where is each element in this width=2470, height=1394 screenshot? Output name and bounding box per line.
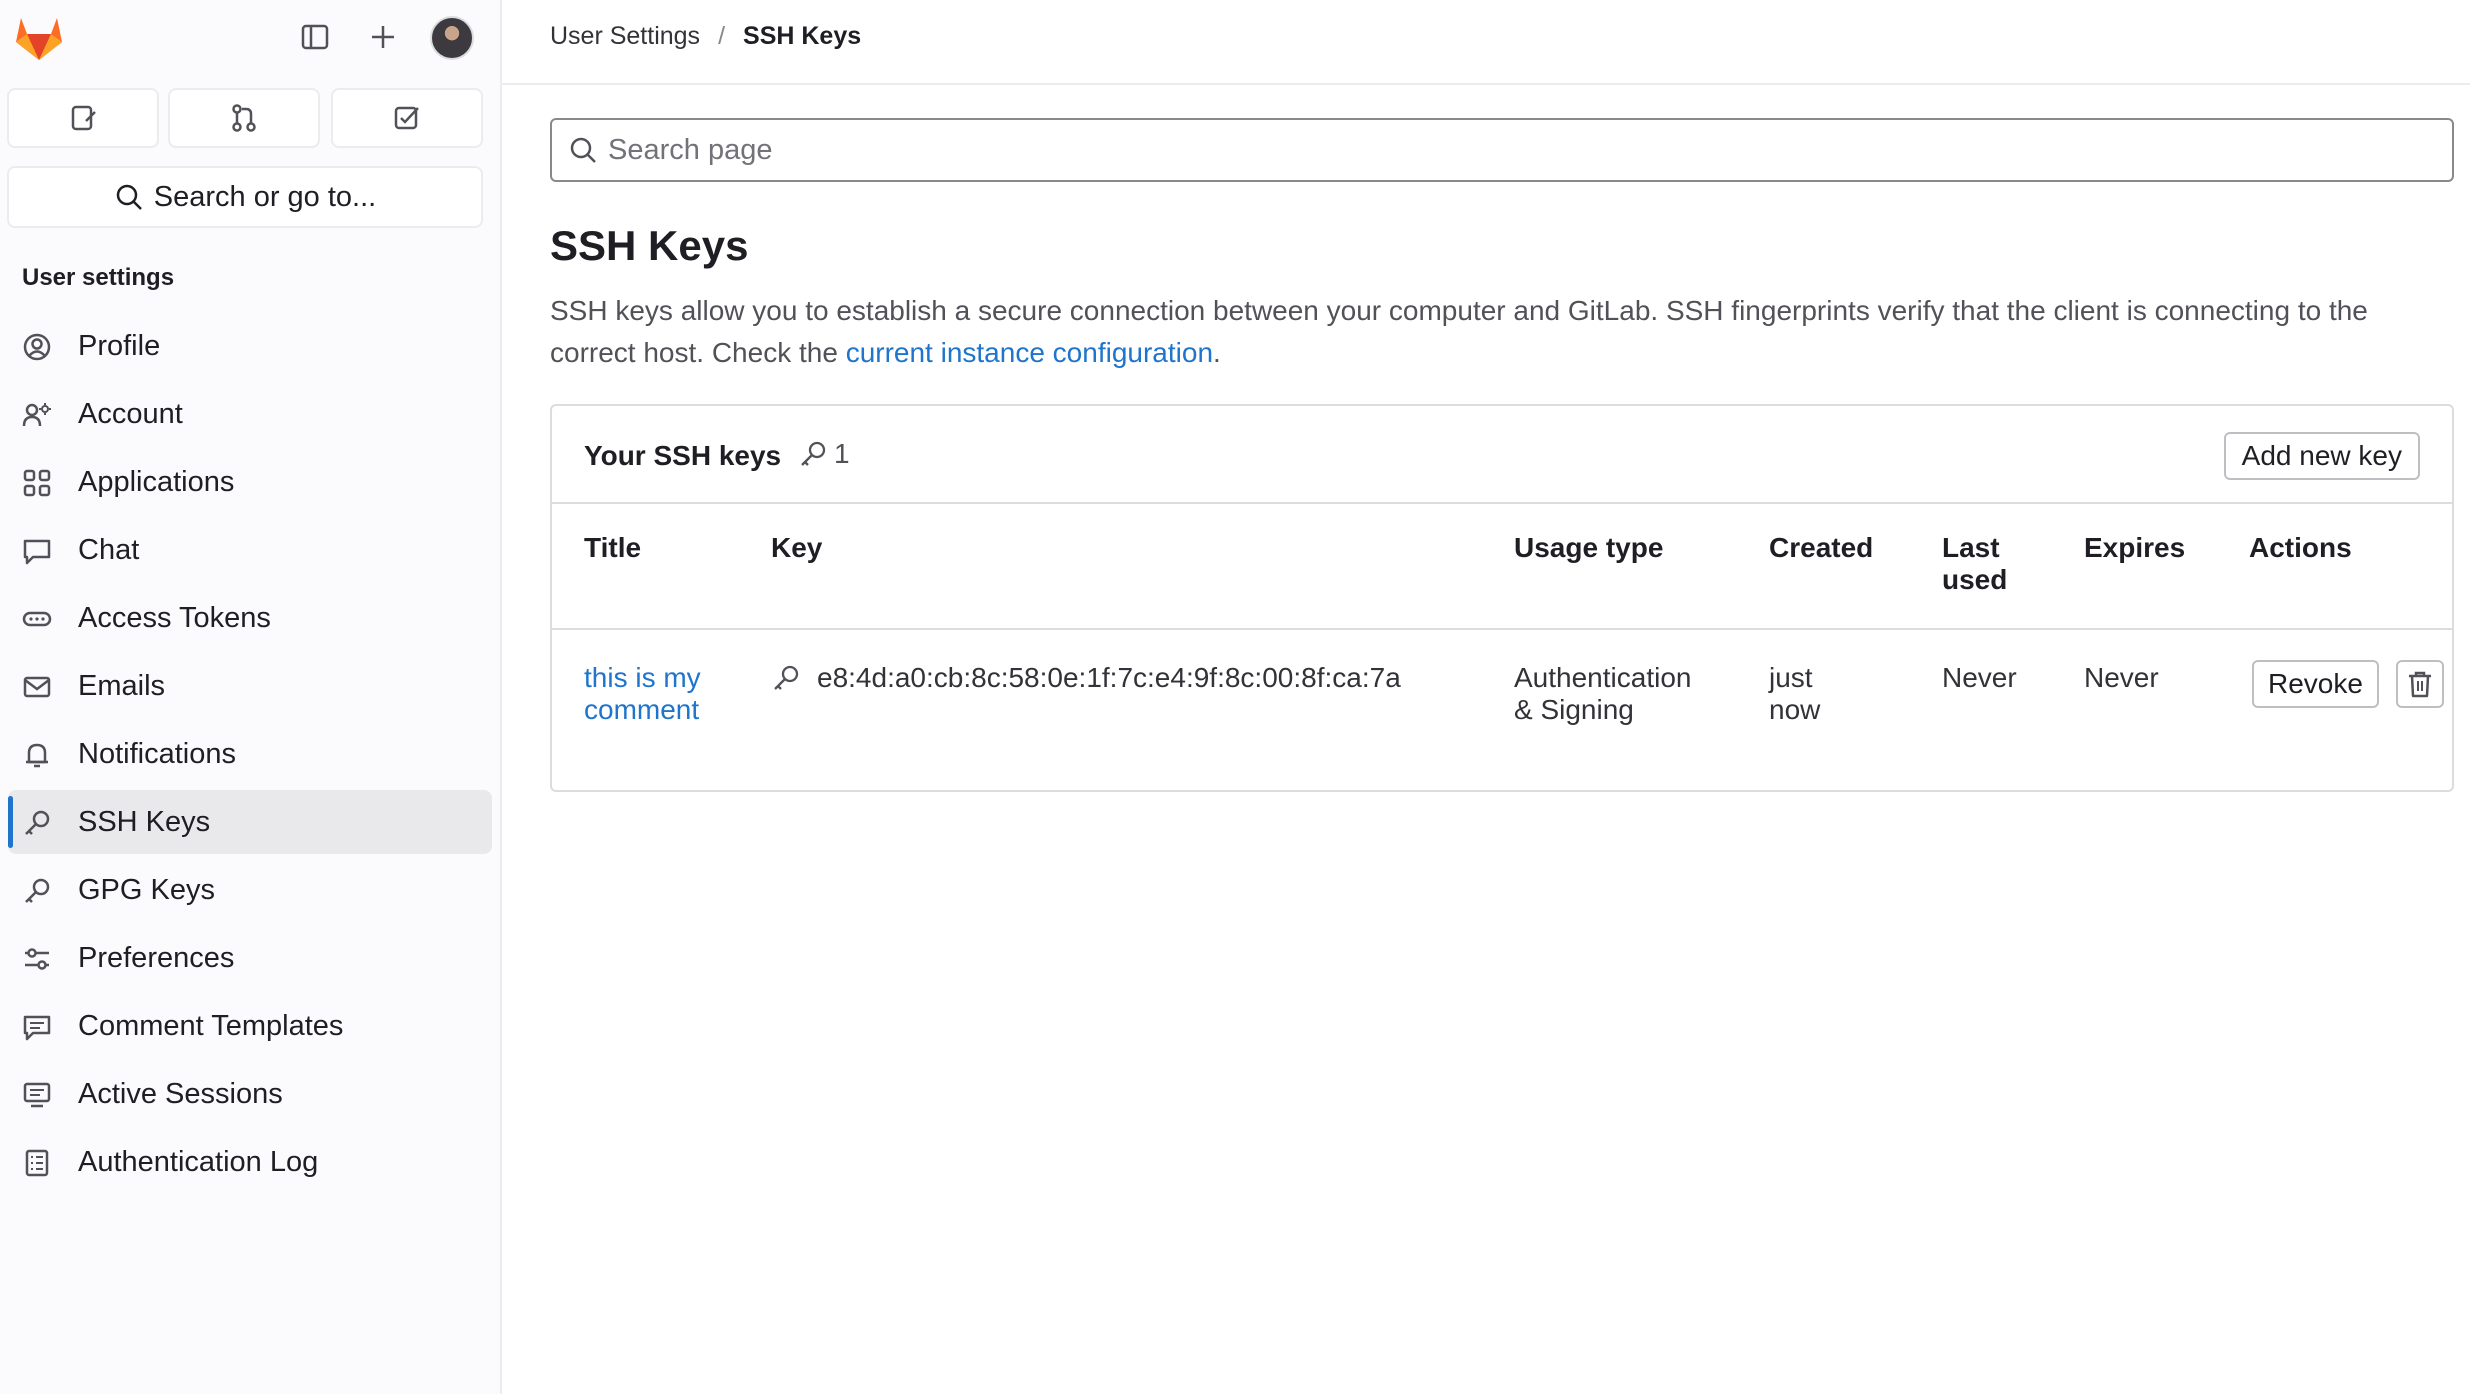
sidebar-item-applications[interactable]: Applications	[8, 450, 492, 514]
usage-type-value: Authentication & Signing	[1514, 662, 1691, 726]
chat-icon	[23, 539, 51, 565]
sidebar-item-profile[interactable]: Profile	[8, 314, 492, 378]
created-line-1: just	[1769, 662, 1813, 693]
trash-icon	[2409, 671, 2431, 698]
sidebar-item-active-sessions[interactable]: Active Sessions	[8, 1062, 492, 1126]
sidebar-item-label: Active Sessions	[78, 1077, 283, 1110]
sidebar-item-account[interactable]: Account	[8, 382, 492, 446]
search-icon	[116, 184, 142, 210]
sidebar-item-gpg-keys[interactable]: GPG Keys	[8, 858, 492, 922]
gitlab-logo-icon[interactable]	[12, 12, 66, 62]
key-fingerprint: e8:4d:a0:cb:8c:58:0e:1f:7c:e4:9f:8c:00:8…	[817, 662, 1401, 693]
issues-button[interactable]	[7, 88, 159, 148]
table-header	[552, 504, 2452, 630]
issues-icon	[71, 105, 96, 131]
token-icon	[22, 611, 52, 627]
sidebar-item-access-tokens[interactable]: Access Tokens	[8, 586, 492, 650]
sidebar-item-emails[interactable]: Emails	[8, 654, 492, 718]
key-title-link[interactable]: this is my comment	[584, 662, 724, 726]
key-icon	[25, 810, 50, 835]
sidebar-item-label: Access Tokens	[78, 601, 271, 634]
column-header-created: Created	[1769, 532, 1874, 563]
page-search-box	[550, 118, 2454, 182]
column-header-actions: Actions	[2249, 532, 2352, 563]
column-header-last-used: Last used	[1942, 532, 2007, 596]
sidebar-item-label: Emails	[78, 669, 166, 702]
key-icon	[801, 441, 826, 466]
sidebar-item-comment-templates[interactable]: Comment Templates	[8, 994, 492, 1058]
sidebar-item-ssh-keys[interactable]: SSH Keys	[8, 790, 492, 854]
sidebar-item-label: Authentication Log	[78, 1145, 319, 1178]
card-title: Your SSH keys	[584, 440, 782, 471]
sidebar-item-label: SSH Keys	[78, 805, 211, 838]
keys-count-value: 1	[834, 438, 850, 469]
sidebar-item-label: Profile	[78, 329, 161, 362]
header-divider	[502, 83, 2470, 85]
breadcrumb: User Settings / SSH Keys	[550, 22, 861, 51]
search-or-go-label: Search or go to...	[153, 180, 377, 213]
description-text: SSH keys allow you to establish a secure…	[550, 295, 2368, 368]
usage-line-1: Authentication	[1514, 662, 1692, 693]
mail-icon	[23, 676, 51, 698]
page-title: SSH Keys	[550, 222, 749, 269]
card-header: Your SSH keys 1 Add new key	[552, 406, 2452, 504]
last-used-value: Never	[1942, 662, 2017, 693]
sidebar-item-label: Applications	[78, 465, 235, 498]
description-suffix: .	[1213, 337, 1221, 368]
ssh-keys-card: Your SSH keys 1 Add new key Title Key Us…	[550, 404, 2454, 792]
column-header-title: Title	[584, 532, 642, 563]
sidebar-item-preferences[interactable]: Preferences	[8, 926, 492, 990]
todo-icon	[394, 106, 419, 130]
search-or-go-button[interactable]: Search or go to...	[7, 166, 483, 228]
preferences-icon	[25, 948, 49, 970]
add-new-key-button[interactable]: Add new key	[2223, 432, 2420, 480]
last-used-line-1: Last	[1942, 532, 2000, 563]
sidebar-item-chat[interactable]: Chat	[8, 518, 492, 582]
revoke-button[interactable]: Revoke	[2252, 660, 2379, 708]
column-header-key: Key	[771, 532, 823, 563]
key-icon	[25, 878, 50, 903]
account-icon	[22, 403, 51, 427]
sidebar-item-label: Chat	[78, 533, 140, 566]
search-page-input[interactable]	[608, 133, 2408, 167]
toggle-sidebar-icon[interactable]	[296, 18, 334, 56]
log-icon	[25, 1149, 49, 1177]
merge-request-icon	[232, 104, 256, 132]
breadcrumb-user-settings[interactable]: User Settings	[550, 22, 700, 51]
keys-count: 1	[798, 438, 850, 470]
breadcrumb-current[interactable]: SSH Keys	[743, 22, 861, 51]
sidebar-item-label: Preferences	[78, 941, 235, 974]
last-used-line-2: used	[1942, 564, 2008, 595]
column-header-expires: Expires	[2084, 532, 2186, 563]
plus-icon[interactable]	[364, 18, 402, 56]
avatar[interactable]	[430, 16, 474, 60]
instance-configuration-link[interactable]: current instance configuration	[846, 337, 1213, 368]
sidebar-item-label: Notifications	[78, 737, 236, 770]
breadcrumb-separator: /	[718, 22, 726, 50]
usage-line-2: & Signing	[1514, 694, 1634, 725]
bell-icon	[26, 743, 48, 768]
sidebar-item-authentication-log[interactable]: Authentication Log	[8, 1130, 492, 1194]
page-description: SSH keys allow you to establish a secure…	[550, 290, 2460, 374]
applications-icon	[23, 469, 51, 497]
profile-icon	[23, 333, 51, 361]
search-icon	[570, 137, 596, 163]
column-header-usage-type: Usage type	[1514, 532, 1664, 563]
key-icon	[774, 665, 799, 690]
sidebar-item-label: Comment Templates	[78, 1009, 344, 1042]
sidebar-item-label: Account	[78, 397, 183, 430]
todos-button[interactable]	[331, 88, 483, 148]
sidebar: Search or go to... User settings Profile…	[0, 0, 502, 1394]
sidebar-heading: User settings	[22, 264, 175, 291]
merge-requests-button[interactable]	[168, 88, 320, 148]
sidebar-item-notifications[interactable]: Notifications	[8, 722, 492, 786]
sidebar-item-label: GPG Keys	[78, 873, 215, 906]
created-line-2: now	[1769, 694, 1821, 725]
delete-key-button[interactable]	[2396, 660, 2444, 708]
comment-icon	[23, 1015, 51, 1041]
key-fingerprint-cell: e8:4d:a0:cb:8c:58:0e:1f:7c:e4:9f:8c:00:8…	[771, 662, 1401, 694]
monitor-icon	[23, 1082, 51, 1108]
expires-value: Never	[2084, 662, 2159, 693]
created-value: just now	[1769, 662, 1820, 726]
